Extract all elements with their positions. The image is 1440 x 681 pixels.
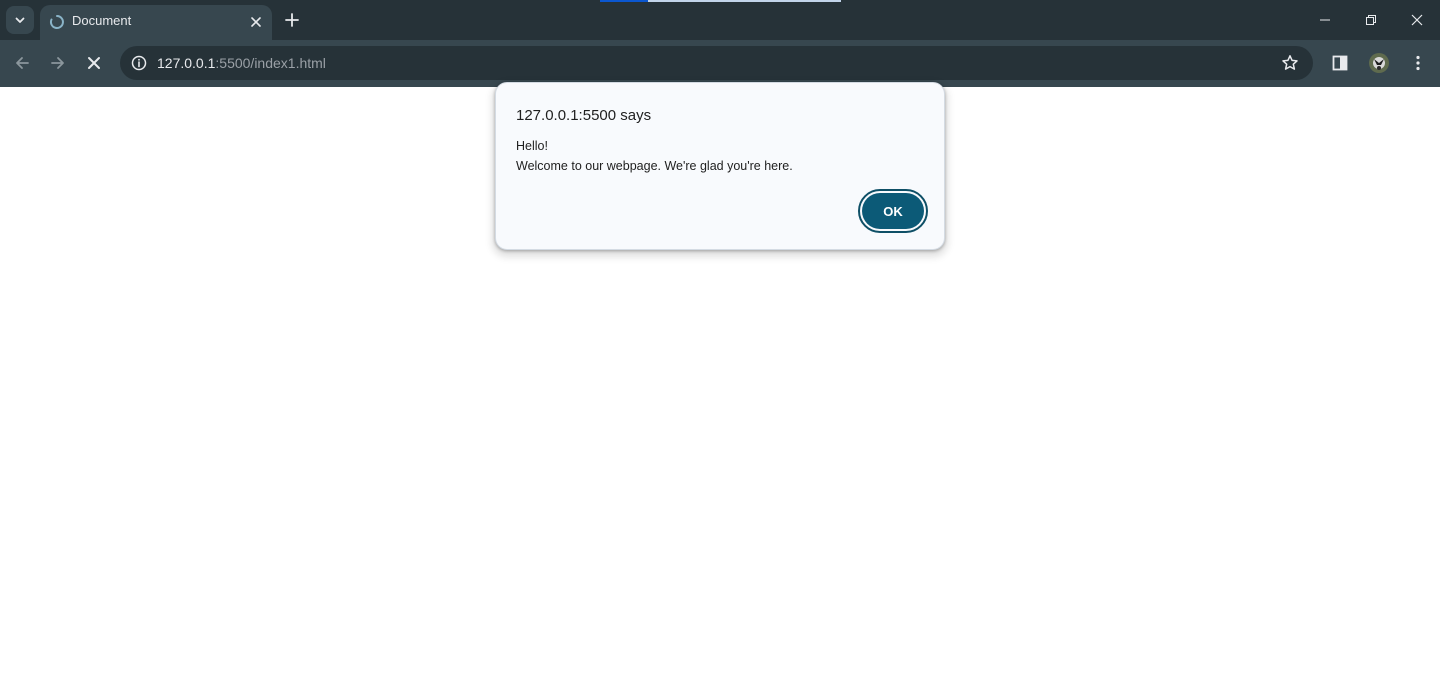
close-icon (251, 17, 261, 27)
dialog-message-line: Welcome to our webpage. We're glad you'r… (516, 159, 793, 173)
ok-button[interactable]: OK (862, 193, 924, 229)
minimize-icon (1320, 19, 1330, 21)
forward-button[interactable] (43, 48, 73, 78)
minimize-button[interactable] (1302, 0, 1348, 40)
dialog-title: 127.0.0.1:5500 says (516, 107, 652, 124)
side-panel-icon (1332, 55, 1348, 71)
stop-icon (88, 57, 100, 69)
back-arrow-icon (16, 57, 29, 69)
more-menu-button[interactable] (1405, 50, 1431, 76)
profile-button[interactable] (1366, 50, 1392, 76)
site-info-button[interactable] (127, 51, 151, 75)
star-icon (1282, 55, 1298, 70)
tab-strip: Document (0, 0, 1440, 40)
restore-icon (1366, 15, 1376, 25)
alert-dialog: 127.0.0.1:5500 says Hello! Welcome to ou… (495, 82, 945, 250)
loading-spinner-icon (49, 15, 64, 29)
browser-toolbar: 127.0.0.1:5500/index1.html (0, 40, 1440, 87)
loading-progress-track (648, 0, 841, 2)
url-text[interactable]: 127.0.0.1:5500/index1.html (157, 55, 326, 71)
bookmark-button[interactable] (1278, 51, 1302, 75)
info-icon (131, 55, 147, 71)
side-panel-button[interactable] (1327, 50, 1353, 76)
ok-button-focus-ring: OK (858, 189, 928, 233)
close-icon (1411, 14, 1423, 26)
tab-title: Document (72, 13, 132, 28)
restore-button[interactable] (1348, 0, 1394, 40)
plus-icon (285, 13, 299, 27)
more-menu-icon (1416, 55, 1420, 71)
tab-search-button[interactable] (6, 6, 34, 34)
chevron-down-icon (15, 17, 25, 23)
close-window-button[interactable] (1394, 0, 1440, 40)
back-button[interactable] (7, 48, 37, 78)
loading-progress-bar (600, 0, 648, 2)
tab-document[interactable]: Document (40, 5, 272, 40)
url-path: :5500/index1.html (215, 55, 326, 71)
dialog-message-line: Hello! (516, 139, 548, 153)
forward-arrow-icon (51, 57, 64, 69)
stop-loading-button[interactable] (79, 48, 109, 78)
address-bar[interactable]: 127.0.0.1:5500/index1.html (120, 46, 1313, 80)
profile-avatar (1369, 53, 1389, 73)
new-tab-button[interactable] (280, 8, 304, 32)
url-host: 127.0.0.1 (157, 55, 216, 71)
tab-close-button[interactable] (247, 13, 265, 31)
